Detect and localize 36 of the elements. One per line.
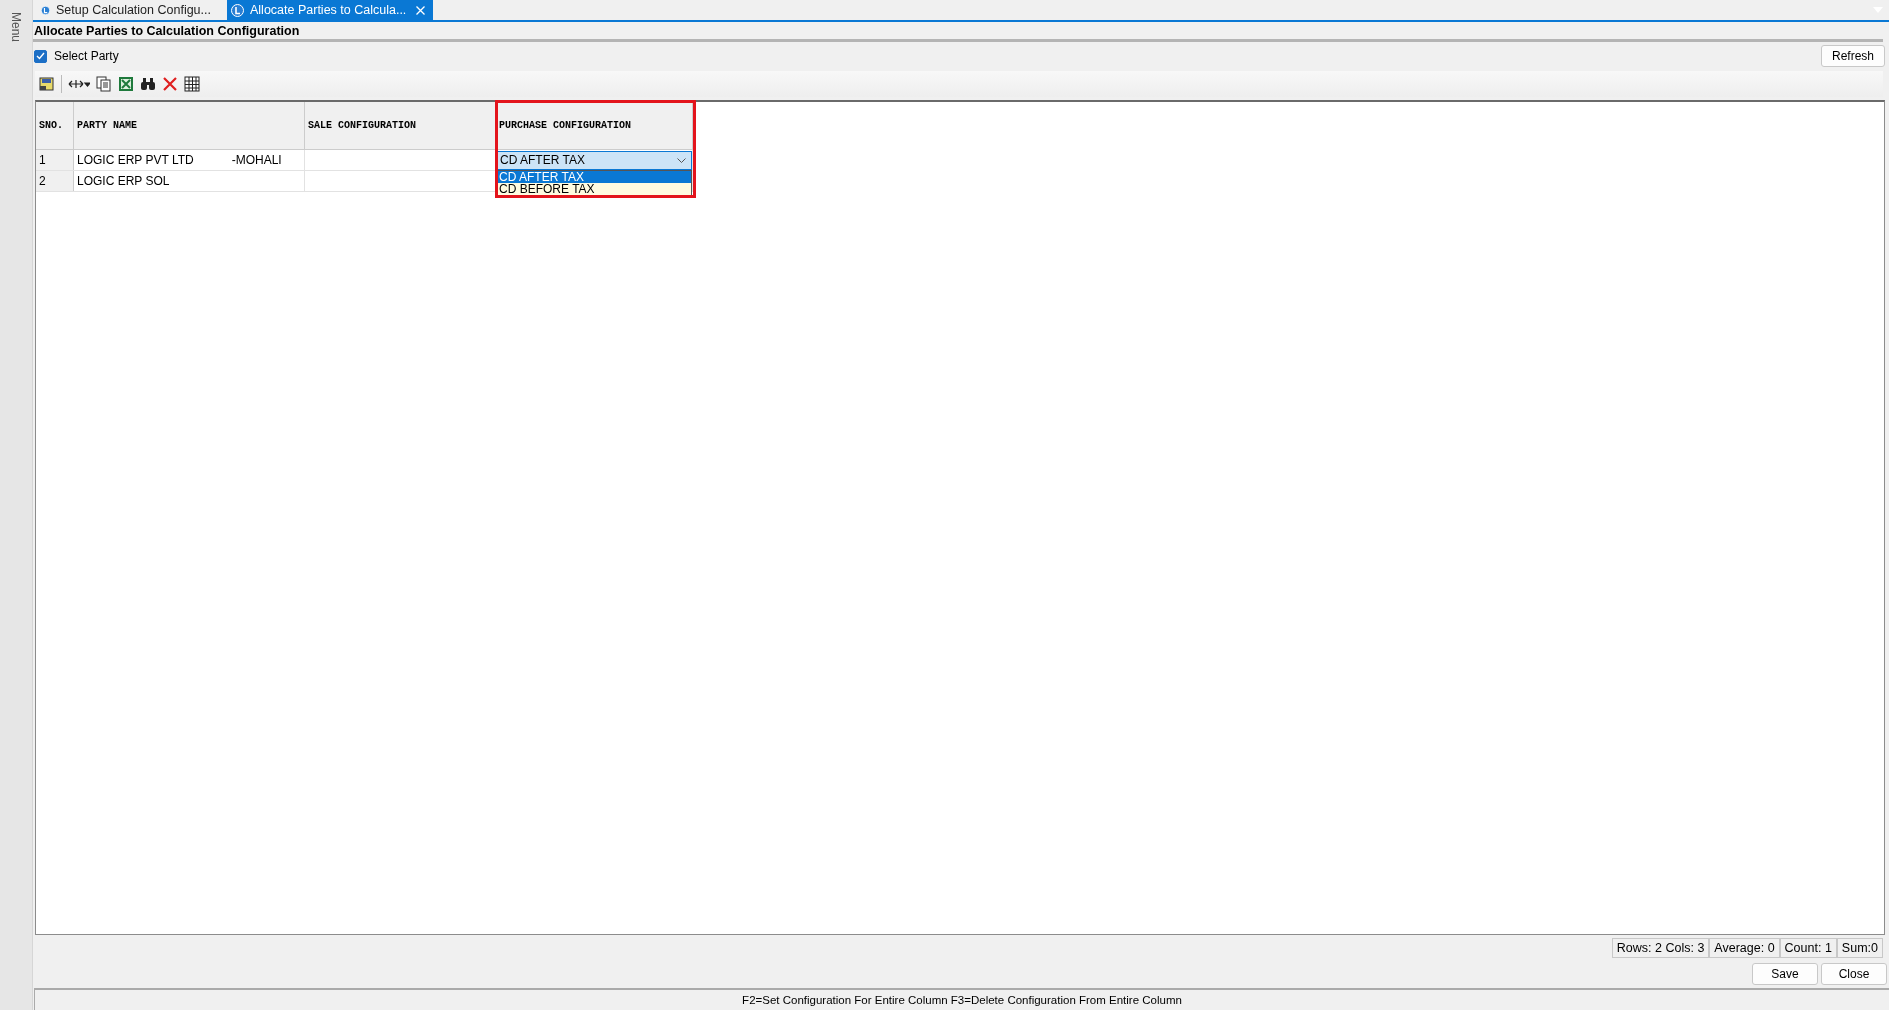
column-header[interactable]: PURCHASE CONFIGURATION xyxy=(495,102,693,150)
app-logo-icon xyxy=(231,3,244,17)
close-button[interactable]: Close xyxy=(1821,963,1887,985)
combo-box[interactable]: CD AFTER TAX xyxy=(496,150,692,170)
menu-tab[interactable]: Menu xyxy=(9,12,23,48)
status-cell: Average: 0 xyxy=(1709,938,1780,958)
save-button[interactable]: Save xyxy=(1752,963,1818,985)
save-layout-icon[interactable] xyxy=(39,76,55,92)
column-header[interactable]: SNO. xyxy=(36,102,74,150)
dropdown-option[interactable]: CD AFTER TAX xyxy=(497,171,691,183)
tab[interactable]: Setup Calculation Configu... xyxy=(37,0,219,20)
tab[interactable]: Allocate Parties to Calcula... xyxy=(227,0,433,20)
checkbox-label: Select Party xyxy=(54,49,119,63)
delete-icon[interactable] xyxy=(162,76,178,92)
refresh-button[interactable]: Refresh xyxy=(1821,45,1885,67)
page-title: Allocate Parties to Calculation Configuration xyxy=(33,23,301,39)
checkbox[interactable] xyxy=(34,49,47,63)
binoculars-icon[interactable] xyxy=(140,76,156,92)
column-header[interactable]: SALE CONFIGURATION xyxy=(304,102,496,150)
app-logo-icon xyxy=(41,3,51,17)
dropdown-option[interactable]: CD BEFORE TAX xyxy=(497,183,691,195)
status-cell: Count: 1 xyxy=(1779,938,1837,958)
table-cell: 2 xyxy=(36,170,74,192)
grid-icon[interactable] xyxy=(184,76,200,92)
party-name: LOGIC ERP PVT LTD xyxy=(77,153,194,167)
column-header[interactable]: PARTY NAME xyxy=(73,102,305,150)
close-icon[interactable] xyxy=(416,5,425,15)
spreadsheet-icon[interactable] xyxy=(118,76,134,92)
copy-icon[interactable] xyxy=(96,76,112,92)
chevron-icon xyxy=(677,157,686,163)
shortcut-hint: F2=Set Configuration For Entire Column F3=Delete Configuration From Entire Column xyxy=(34,988,1889,1010)
table-cell: 1 xyxy=(36,149,74,171)
party-name: LOGIC ERP SOL xyxy=(77,174,170,188)
status-cell: Sum:0 xyxy=(1836,938,1883,958)
party-place: -MOHALI xyxy=(231,153,282,167)
status-cell: Rows: 2 Cols: 3 xyxy=(1611,938,1710,958)
